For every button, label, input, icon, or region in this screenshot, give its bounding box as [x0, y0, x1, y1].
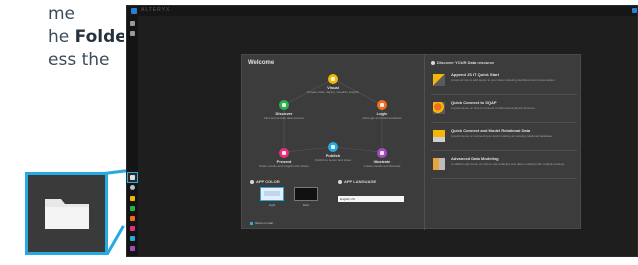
instruction-line-2: he Folder	[48, 26, 124, 49]
show-on-start-toggle[interactable]: Show on start	[250, 221, 273, 225]
gear-icon[interactable]	[130, 185, 135, 190]
tutorial-screenshot: me he Folder ess the ALTERYX	[0, 0, 638, 265]
publish-app-icon[interactable]	[130, 236, 135, 241]
theme-light-option[interactable]	[260, 187, 284, 201]
theme-dark-label: Dark	[302, 203, 310, 207]
instruction-line-3: ess the	[48, 50, 110, 70]
discover-app-icon[interactable]	[130, 206, 135, 211]
language-select[interactable]: English US	[338, 196, 404, 202]
instruction-folder-keyword: Folder	[74, 27, 124, 47]
discover-icon	[279, 100, 289, 110]
visual-icon	[328, 74, 338, 84]
window-corner-icon[interactable]	[632, 8, 637, 13]
present-app-icon[interactable]	[130, 226, 135, 231]
theme-dark-option[interactable]	[294, 187, 318, 201]
node-logic[interactable]: Logic Add logic and build workflows	[352, 100, 412, 120]
folder-icon	[45, 199, 89, 229]
app-logo-icon	[131, 8, 137, 14]
resource-item[interactable]: Append JS IT Quick Start A look at how t…	[431, 69, 577, 95]
palette-icon	[250, 179, 254, 184]
new-file-icon[interactable]	[130, 31, 135, 36]
node-illustrate[interactable]: Illustrate Create visuals and illustrate	[352, 148, 412, 168]
info-icon	[431, 60, 435, 65]
resource-item[interactable]: Quick Connect to SQAP A quick demo on ho…	[431, 97, 577, 123]
welcome-left: Welcome Visual Prepare data, deploy, vis	[242, 55, 424, 230]
checkbox-icon	[250, 221, 253, 225]
instruction-line-1: me	[48, 4, 76, 24]
resources-panel: Discover YOUR Data resource Append JS IT…	[424, 55, 582, 230]
folder-icon	[130, 175, 135, 180]
illustrate-icon	[377, 148, 387, 158]
present-icon	[279, 148, 289, 158]
publish-icon	[328, 142, 338, 152]
theme-light-label: Light	[268, 203, 276, 207]
app-language-heading: APP LANGUAGE	[338, 179, 376, 184]
title-bar: ALTERYX	[127, 6, 637, 16]
left-toolbar	[127, 16, 138, 256]
globe-icon	[338, 179, 342, 184]
folder-zoom-callout	[25, 172, 108, 255]
welcome-panel: Welcome Visual Prepare data, deploy, vis	[241, 54, 582, 230]
resource-thumbnail-icon	[433, 74, 445, 86]
visual-app-icon[interactable]	[130, 196, 135, 201]
instruction-text: me he Folder ess the	[0, 0, 124, 100]
resource-thumbnail-icon	[433, 130, 445, 142]
resource-item[interactable]: Quick Connect and Model Relational Data …	[431, 125, 577, 151]
logic-app-icon[interactable]	[130, 216, 135, 221]
node-visual[interactable]: Visual Prepare data, deploy, visualize i…	[303, 74, 363, 94]
resource-item[interactable]: Advanced Data Modeling A walkthrough dem…	[431, 153, 577, 179]
home-icon[interactable]	[130, 21, 135, 26]
resource-thumbnail-icon	[433, 102, 445, 114]
app-color-heading: APP COLOR	[250, 179, 280, 184]
resource-thumbnail-icon	[433, 158, 445, 170]
illustrate-app-icon[interactable]	[130, 246, 135, 251]
folder-button[interactable]	[127, 172, 138, 183]
resources-heading: Discover YOUR Data resource	[431, 60, 494, 65]
app-title: ALTERYX	[141, 7, 171, 13]
logic-icon	[377, 100, 387, 110]
callout-connector-bottom	[105, 225, 125, 256]
node-discover[interactable]: Discover Find and access data sources	[254, 100, 314, 120]
app-window: ALTERYX Welcome Visual Prepare data, dep…	[126, 5, 638, 257]
